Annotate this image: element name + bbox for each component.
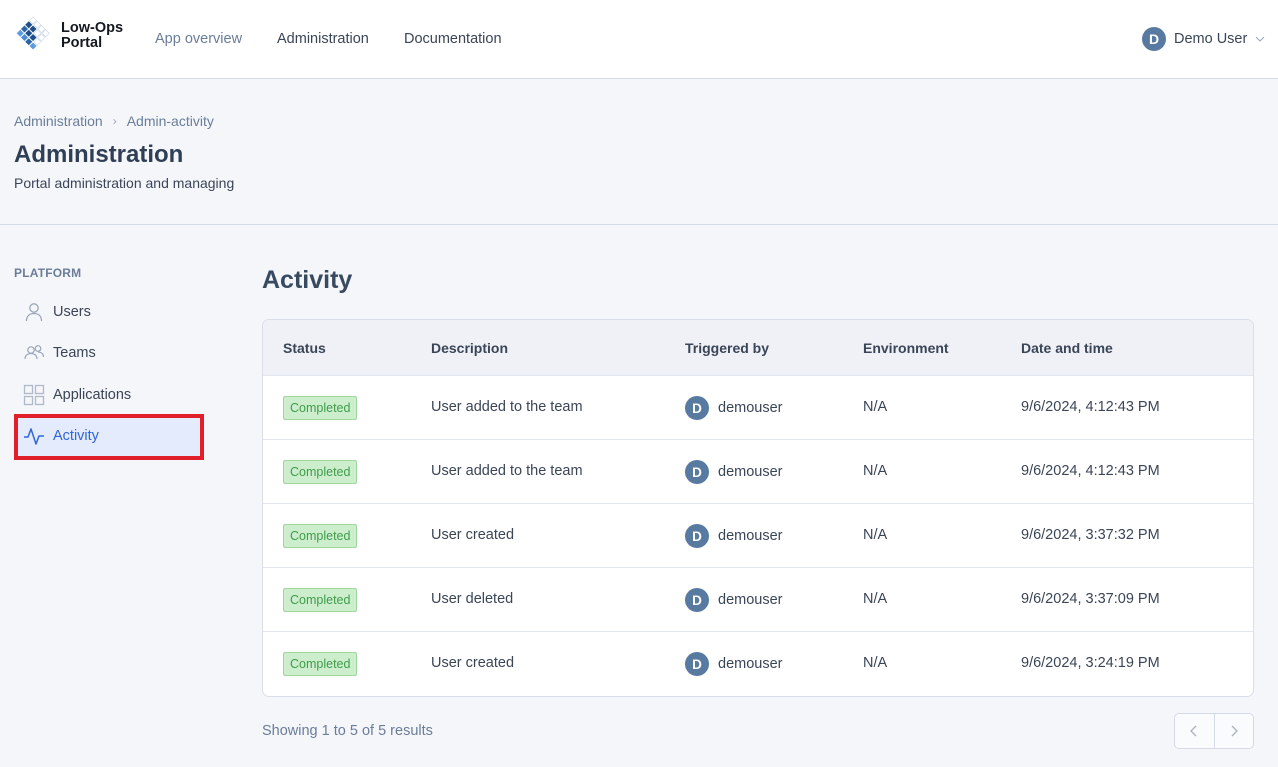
previous-page-button[interactable] <box>1175 714 1214 748</box>
description-cell: User created <box>431 655 515 671</box>
nav-app-overview[interactable]: App overview <box>155 31 242 47</box>
status-badge: Completed <box>283 460 358 484</box>
column-header-environment: Environment <box>863 340 949 356</box>
username: demouser <box>718 464 783 480</box>
table-row: Completed User deleted D demouser N/A 9/… <box>263 568 1253 632</box>
logo-icon[interactable] <box>14 16 52 54</box>
datetime-cell: 9/6/2024, 4:12:43 PM <box>1021 399 1160 415</box>
avatar: D <box>685 460 709 484</box>
sidebar-item-teams[interactable]: Teams <box>16 333 202 373</box>
sidebar-item-users[interactable]: Users <box>16 292 202 332</box>
chevron-left-icon <box>1190 725 1197 737</box>
grid-icon <box>23 384 45 406</box>
status-badge: Completed <box>283 588 358 612</box>
table-row: Completed User created D demouser N/A 9/… <box>263 632 1253 696</box>
username: demouser <box>718 528 783 544</box>
sidebar-item-activity[interactable]: Activity <box>16 416 202 456</box>
column-header-date-time: Date and time <box>1021 340 1113 356</box>
user-icon <box>25 303 43 322</box>
team-icon <box>24 345 45 360</box>
description-cell: User added to the team <box>431 399 583 415</box>
logo-line-1: Low-Ops <box>61 20 124 36</box>
datetime-cell: 9/6/2024, 4:12:43 PM <box>1021 463 1160 479</box>
pagination <box>1174 713 1254 749</box>
avatar: D <box>685 588 709 612</box>
results-summary: Showing 1 to 5 of 5 results <box>262 723 433 739</box>
username: demouser <box>718 592 783 608</box>
triggered-by-cell: D demouser <box>685 652 782 676</box>
status-badge: Completed <box>283 524 358 548</box>
datetime-cell: 9/6/2024, 3:37:32 PM <box>1021 527 1160 543</box>
avatar: D <box>685 396 709 420</box>
next-page-button[interactable] <box>1213 714 1254 748</box>
sidebar-item-applications[interactable]: Applications <box>16 375 202 415</box>
environment-cell: N/A <box>863 399 888 415</box>
sidebar-item-label: Teams <box>53 345 96 361</box>
page-header: Administration › Admin-activity Administ… <box>0 79 1278 225</box>
description-cell: User added to the team <box>431 463 583 479</box>
section-title: Activity <box>262 266 353 294</box>
triggered-by-cell: D demouser <box>685 396 782 420</box>
page-title: Administration <box>14 141 184 168</box>
table-row: Completed User added to the team D demou… <box>263 440 1253 504</box>
username: demouser <box>718 400 783 416</box>
environment-cell: N/A <box>863 655 888 671</box>
column-header-status: Status <box>283 340 326 356</box>
status-badge: Completed <box>283 396 358 420</box>
environment-cell: N/A <box>863 463 888 479</box>
table-header: Status Description Triggered by Environm… <box>263 320 1253 376</box>
nav-documentation[interactable]: Documentation <box>404 31 502 47</box>
logo-line-2: Portal <box>61 35 103 51</box>
chevron-right-icon <box>1231 725 1238 737</box>
description-cell: User deleted <box>431 591 514 607</box>
breadcrumb-separator-icon: › <box>112 114 117 128</box>
breadcrumb-admin-activity: Admin-activity <box>126 113 214 129</box>
user-name: Demo User <box>1174 31 1248 47</box>
chevron-down-icon <box>1255 36 1265 42</box>
user-menu[interactable]: D Demo User <box>1142 27 1265 51</box>
top-navbar: Low-Ops Portal App overview Administrati… <box>0 0 1278 79</box>
username: demouser <box>718 656 783 672</box>
description-cell: User created <box>431 527 515 543</box>
sidebar-item-label: Applications <box>53 387 132 403</box>
avatar: D <box>685 652 709 676</box>
datetime-cell: 9/6/2024, 3:24:19 PM <box>1021 655 1160 671</box>
activity-table: Status Description Triggered by Environm… <box>262 319 1254 697</box>
user-avatar: D <box>1142 27 1166 51</box>
nav-administration[interactable]: Administration <box>277 31 369 47</box>
triggered-by-cell: D demouser <box>685 460 782 484</box>
breadcrumb: Administration › Admin-activity <box>14 113 214 129</box>
sidebar-item-label: Users <box>53 304 91 320</box>
avatar: D <box>685 524 709 548</box>
activity-icon <box>24 428 44 445</box>
triggered-by-cell: D demouser <box>685 588 782 612</box>
sidebar-item-label: Activity <box>53 428 99 444</box>
page-subtitle: Portal administration and managing <box>14 175 235 191</box>
breadcrumb-administration[interactable]: Administration <box>14 113 103 129</box>
logo-text[interactable]: Low-Ops Portal <box>61 21 123 51</box>
table-row: Completed User created D demouser N/A 9/… <box>263 504 1253 568</box>
environment-cell: N/A <box>863 591 888 607</box>
environment-cell: N/A <box>863 527 888 543</box>
column-header-triggered-by: Triggered by <box>685 340 770 356</box>
table-row: Completed User added to the team D demou… <box>263 376 1253 440</box>
datetime-cell: 9/6/2024, 3:37:09 PM <box>1021 591 1160 607</box>
sidebar-heading: PLATFORM <box>14 266 82 280</box>
status-badge: Completed <box>283 652 358 676</box>
triggered-by-cell: D demouser <box>685 524 782 548</box>
column-header-description: Description <box>431 340 509 356</box>
